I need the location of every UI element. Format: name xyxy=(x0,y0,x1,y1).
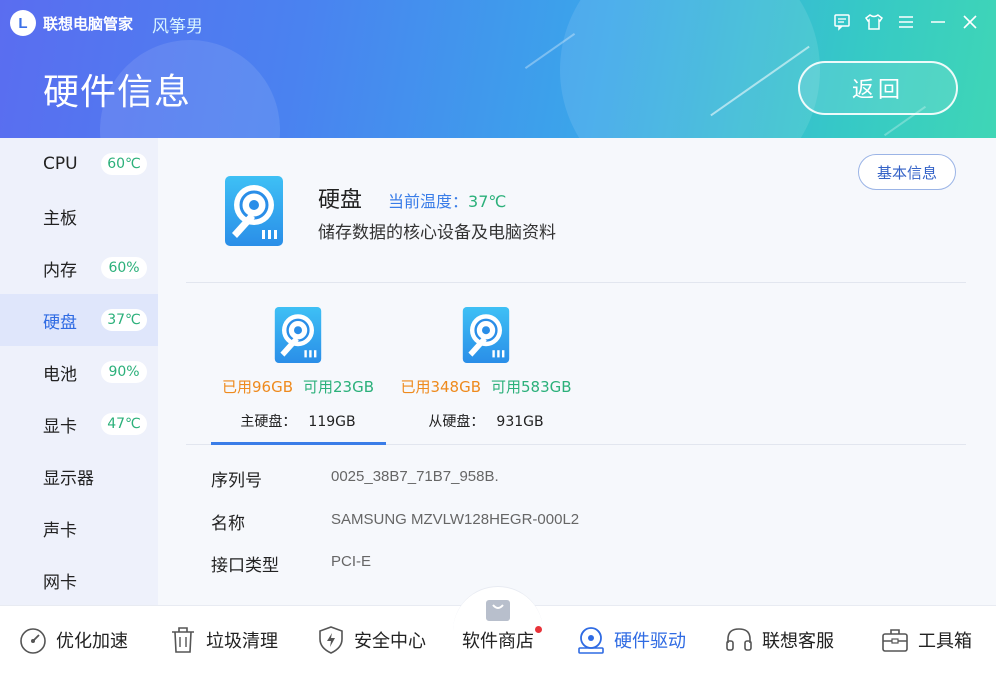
nav-toolbox[interactable]: 工具箱 xyxy=(880,620,972,660)
sidebar-item-disk[interactable]: 硬盘 37℃ xyxy=(0,294,158,346)
nav-label: 联想客服 xyxy=(762,631,834,652)
status-badge: 47℃ xyxy=(101,413,147,435)
nav-hardware-driver[interactable]: 硬件驱动 xyxy=(576,620,686,660)
toolbox-icon xyxy=(880,625,910,655)
disk-usage: 已用348GB 可用583GB xyxy=(396,376,576,397)
nav-label: 软件商店 xyxy=(462,631,534,652)
user-name[interactable]: 风筝男 xyxy=(152,12,203,37)
nav-label: 安全中心 xyxy=(354,631,426,652)
status-badge: 37℃ xyxy=(101,309,147,331)
divider xyxy=(186,282,966,283)
sidebar-item-label: 电池 xyxy=(43,364,77,385)
disk-usage: 已用96GB 可用23GB xyxy=(208,376,388,397)
sidebar-item-label: 硬盘 xyxy=(43,312,77,333)
detail-value-name: SAMSUNG MZVLW128HEGR-000L2 xyxy=(331,511,580,528)
basic-info-button[interactable]: 基本信息 xyxy=(858,154,956,190)
temperature-label: 当前温度： xyxy=(388,192,469,211)
app-title: 联想电脑管家 xyxy=(43,15,134,33)
sidebar-item-label: 显卡 xyxy=(43,416,77,437)
sidebar-item-soundcard[interactable]: 声卡 xyxy=(0,502,158,554)
speedometer-icon xyxy=(18,625,48,655)
nav-cleanup[interactable]: 垃圾清理 xyxy=(168,620,278,660)
capacity-value: 931GB xyxy=(496,414,544,430)
nav-customer-service[interactable]: 联想客服 xyxy=(724,620,834,660)
disk-name: 主硬盘： xyxy=(240,414,297,430)
nav-security[interactable]: 安全中心 xyxy=(316,620,426,660)
back-button[interactable]: 返回 xyxy=(798,61,958,115)
sidebar-item-memory[interactable]: 内存 60% xyxy=(0,242,158,294)
hard-disk-icon xyxy=(396,306,576,364)
feedback-icon[interactable] xyxy=(830,10,854,34)
disk-capacity: 主硬盘： 119GB xyxy=(208,411,388,431)
current-temperature: 当前温度：37℃ xyxy=(388,188,506,212)
sidebar-item-battery[interactable]: 电池 90% xyxy=(0,346,158,398)
minimize-icon[interactable] xyxy=(926,10,950,34)
detail-label-interface: 接口类型 xyxy=(211,556,279,576)
close-icon[interactable] xyxy=(958,10,982,34)
disk-name: 从硬盘： xyxy=(428,414,485,430)
nav-label: 垃圾清理 xyxy=(206,631,278,652)
free-space: 可用583GB xyxy=(491,378,572,396)
nav-label: 工具箱 xyxy=(918,631,972,652)
detail-label-serial: 序列号 xyxy=(211,471,262,491)
detail-label-name: 名称 xyxy=(211,514,245,534)
menu-icon[interactable] xyxy=(894,10,918,34)
sidebar-item-label: 网卡 xyxy=(43,572,77,593)
page-title: 硬件信息 xyxy=(43,72,192,113)
nav-software-store[interactable]: 软件商店 xyxy=(462,620,534,660)
hard-disk-icon xyxy=(208,306,388,364)
status-badge: 90% xyxy=(101,361,147,383)
sidebar-item-motherboard[interactable]: 主板 xyxy=(0,190,158,242)
free-space: 可用23GB xyxy=(303,378,375,396)
nav-label: 硬件驱动 xyxy=(614,631,686,652)
selected-disk-indicator xyxy=(211,442,386,445)
temperature-value: 37℃ xyxy=(468,192,507,211)
trash-icon xyxy=(168,625,198,655)
status-badge: 60% xyxy=(101,257,147,279)
detail-value-serial: 0025_38B7_71B7_958B. xyxy=(331,468,499,485)
detail-value-interface: PCI-E xyxy=(331,553,372,570)
primary-disk-card[interactable]: 已用96GB 可用23GB 主硬盘： 119GB xyxy=(208,306,388,431)
window-controls xyxy=(830,10,982,34)
sidebar-item-label: 主板 xyxy=(43,208,77,229)
hardware-disk-icon xyxy=(576,625,606,655)
sidebar-item-monitor[interactable]: 显示器 xyxy=(0,450,158,502)
sidebar-item-label: 显示器 xyxy=(43,468,94,489)
sidebar-item-label: CPU xyxy=(43,154,78,174)
device-title: 硬盘 xyxy=(318,188,363,213)
sidebar-item-label: 内存 xyxy=(43,260,77,281)
shield-icon xyxy=(316,625,346,655)
used-space: 已用96GB xyxy=(221,378,293,396)
nav-optimize[interactable]: 优化加速 xyxy=(18,620,128,660)
status-badge: 60℃ xyxy=(101,153,147,175)
sidebar-item-cpu[interactable]: CPU 60℃ xyxy=(0,138,158,190)
nav-label: 优化加速 xyxy=(56,631,128,652)
sidebar-item-label: 声卡 xyxy=(43,520,77,541)
sidebar-item-gpu[interactable]: 显卡 47℃ xyxy=(0,398,158,450)
capacity-value: 119GB xyxy=(308,414,356,430)
notification-dot xyxy=(535,626,542,633)
app-logo xyxy=(10,10,36,36)
skin-icon[interactable] xyxy=(862,10,886,34)
hardware-sidebar: CPU 60℃ 主板 内存 60% 硬盘 37℃ 电池 90% 显卡 47℃ 显… xyxy=(0,138,158,605)
sidebar-item-network[interactable]: 网卡 xyxy=(0,554,158,606)
device-description: 储存数据的核心设备及电脑资料 xyxy=(318,223,556,243)
hard-disk-icon xyxy=(224,175,284,251)
disk-capacity: 从硬盘： 931GB xyxy=(396,411,576,431)
headset-icon xyxy=(724,625,754,655)
secondary-disk-card[interactable]: 已用348GB 可用583GB 从硬盘： 931GB xyxy=(396,306,576,431)
disk-content-panel: 硬盘 当前温度：37℃ 储存数据的核心设备及电脑资料 基本信息 已用96GB 可用… xyxy=(158,138,996,605)
used-space: 已用348GB xyxy=(400,378,481,396)
